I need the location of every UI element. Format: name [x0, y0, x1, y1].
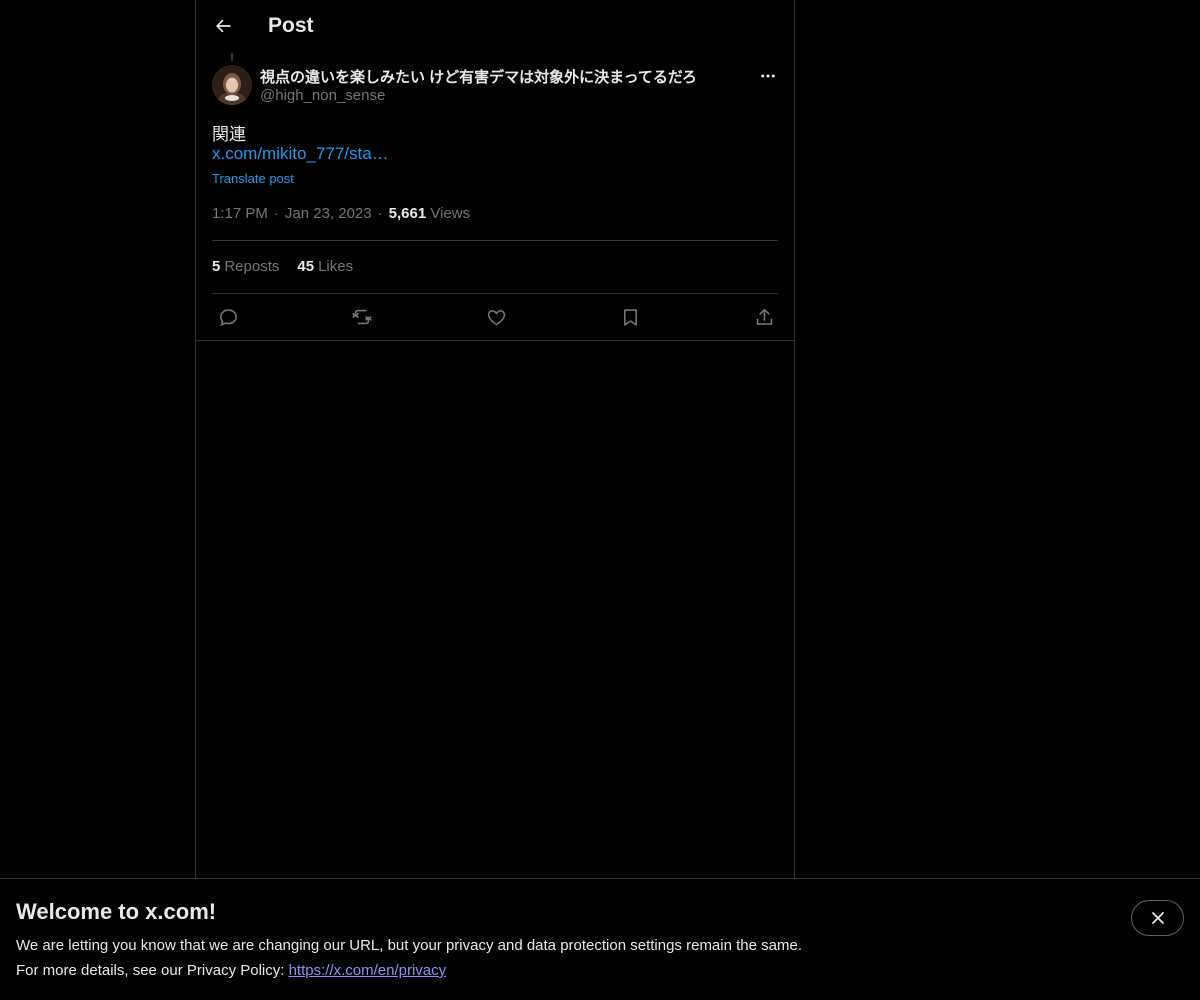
more-horizontal-icon — [761, 74, 775, 78]
post-link[interactable]: x.com/mikito_777/sta… — [212, 144, 389, 164]
portrait-avatar-image — [212, 65, 252, 105]
back-button[interactable] — [206, 9, 240, 43]
likes-count: 45 — [297, 258, 315, 275]
thread-connector — [231, 53, 233, 61]
more-options-button[interactable] — [756, 64, 780, 88]
divider — [196, 340, 794, 341]
author-handle[interactable]: @high_non_sense — [260, 87, 385, 104]
reposts-label: Reposts — [224, 258, 280, 275]
close-icon — [1151, 912, 1164, 924]
separator-dot: · — [273, 205, 279, 222]
reply-button[interactable] — [216, 305, 240, 329]
separator-dot: · — [377, 205, 383, 222]
post-column: Post 視点の違いを楽しみたい けど有害デマは対象外に決まってるだろ @hig… — [195, 0, 795, 878]
repost-button[interactable] — [350, 305, 374, 329]
share-button[interactable] — [752, 305, 776, 329]
arrow-left-icon — [216, 19, 231, 33]
banner-privacy-line: For more details, see our Privacy Policy… — [16, 962, 446, 979]
avatar[interactable] — [212, 65, 252, 105]
post-text: 関連 — [212, 125, 246, 144]
engagement-stats: 5 Reposts 45 Likes — [212, 258, 353, 275]
likes-stat[interactable]: 45 Likes — [297, 258, 353, 275]
banner-privacy-prefix: For more details, see our Privacy Policy… — [16, 962, 289, 979]
author-display-name[interactable]: 視点の違いを楽しみたい けど有害デマは対象外に決まってるだろ — [260, 66, 697, 87]
post-date[interactable]: Jan 23, 2023 — [285, 205, 372, 222]
divider — [212, 293, 778, 294]
divider — [212, 240, 778, 241]
translate-post-link[interactable]: Translate post — [212, 171, 294, 186]
likes-label: Likes — [318, 258, 354, 275]
bookmark-button[interactable] — [618, 305, 642, 329]
reply-icon — [219, 308, 237, 326]
bookmark-icon — [623, 308, 637, 326]
post-time[interactable]: 1:17 PM — [212, 205, 268, 222]
like-button[interactable] — [484, 305, 508, 329]
post-metadata: 1:17 PM · Jan 23, 2023 · 5,661 Views — [212, 205, 470, 222]
share-icon — [756, 308, 772, 325]
repost-icon — [352, 309, 372, 325]
views-count: 5,661 — [388, 205, 427, 222]
url-change-banner: Welcome to x.com! We are letting you kno… — [0, 878, 1200, 1000]
like-icon — [487, 309, 505, 325]
views-label: Views — [430, 205, 471, 222]
page-title: Post — [268, 14, 314, 37]
page-header: Post — [196, 0, 794, 53]
banner-message: We are letting you know that we are chan… — [16, 937, 802, 954]
reposts-count: 5 — [212, 258, 221, 275]
close-banner-button[interactable] — [1131, 900, 1184, 936]
privacy-policy-link[interactable]: https://x.com/en/privacy — [289, 962, 447, 979]
banner-title: Welcome to x.com! — [16, 899, 217, 924]
reposts-stat[interactable]: 5 Reposts — [212, 258, 279, 275]
